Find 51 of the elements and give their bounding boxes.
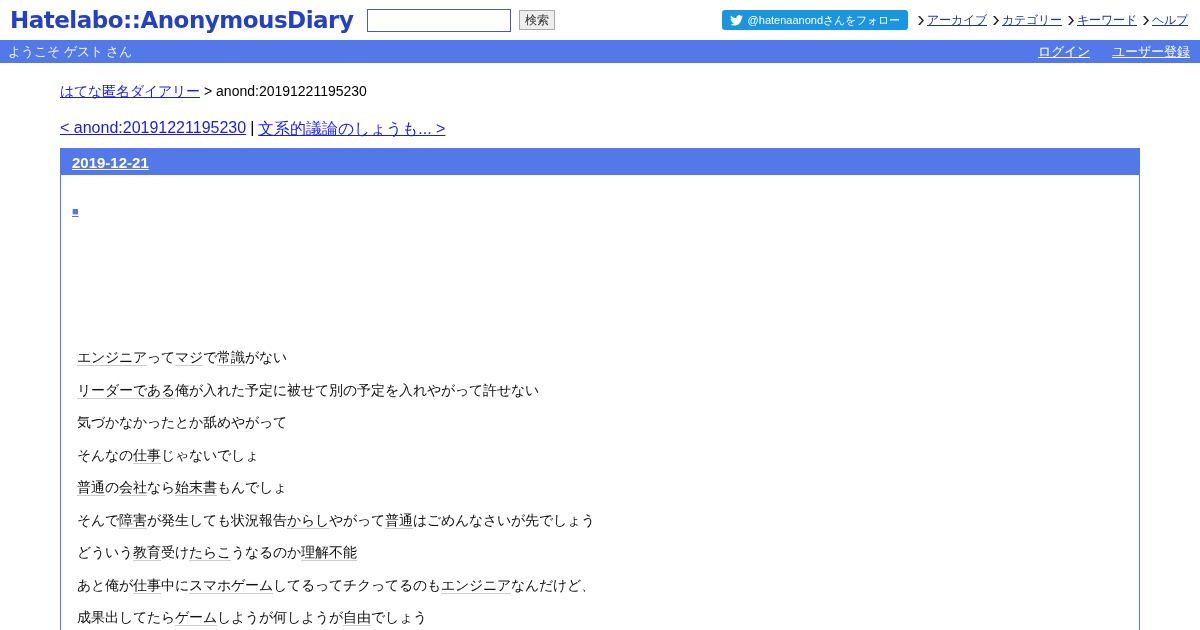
welcome-text: ようこそ ゲスト さん [8,42,133,61]
chevron-icon [1068,15,1074,25]
paragraph: リーダーである俺が入れた予定に被せて別の予定を入れやがって許せない [77,380,540,400]
entry-anchor-link[interactable]: ■ [72,205,79,217]
paragraph: そんで障害が発生しても状況報告からしやがって普通はごめんなさいが先でしょう [77,510,596,530]
account-link[interactable]: ユーザー登録 [1112,42,1190,61]
paragraph: どういう教育受けたらこ うなるのか理解不能 [77,543,358,563]
nav-link[interactable]: カテゴリー [1002,11,1062,29]
nav-link[interactable]: キーワード [1077,11,1137,29]
keyword-link[interactable]: である [133,381,175,399]
paragraph: 成果出してたらゲーム しようが何しようが自由でしょう [77,608,428,628]
paragraph: エンジニア って マジで常識がない [77,348,288,368]
pager-separator: | [250,119,255,138]
keyword-link[interactable]: スマホゲーム [189,576,273,594]
breadcrumb-link[interactable]: はてな匿名ダイアリー [60,83,200,101]
keyword-link[interactable]: リーダー [77,381,133,399]
search-button[interactable]: 検索 [519,10,556,30]
site-logo[interactable]: Hatelabo::AnonymousDiary [10,7,354,33]
keyword-link[interactable]: マジ [175,349,203,366]
keyword-link[interactable]: エンジニア [441,576,511,594]
keyword-link[interactable]: 会社 [119,479,147,496]
keyword-link[interactable]: 仕事 [133,576,161,594]
keyword-link[interactable]: 仕事 [133,446,161,464]
keyword-link[interactable]: エンジニア [77,349,147,366]
keyword-link[interactable]: からし [287,511,329,529]
account-link[interactable]: ログイン [1038,42,1090,61]
keyword-link[interactable]: ゲーム [175,609,217,626]
keyword-link[interactable]: 自由 [343,609,371,626]
chevron-icon [1143,15,1149,25]
keyword-link[interactable]: 常識 [217,349,245,366]
next-entry-link[interactable]: 文系的議論のしょうも... > [258,119,446,140]
keyword-link[interactable]: 理解不能 [301,544,357,561]
search-field[interactable] [367,8,512,32]
breadcrumb-current: > anond:20191221195230 [204,83,367,101]
keyword-link[interactable]: 普通 [385,511,413,529]
bird-icon [729,14,743,26]
chevron-icon [918,15,924,25]
paragraph: そんなの仕事じゃないでしょ [77,445,260,465]
paragraph: 気づかなかったとか舐めやがって [77,413,288,432]
keyword-link[interactable]: 障害 [119,511,147,529]
keyword-link[interactable]: たらこ [189,544,231,561]
keyword-link[interactable]: 始末書 [175,479,217,496]
nav-link[interactable]: アーカイブ [927,11,987,29]
nav-link[interactable]: ヘルプ [1152,11,1188,29]
previous-entry-link[interactable]: < anond:20191221195230 [60,119,247,140]
paragraph: あと俺が仕事中にスマホゲーム してるってチクってるのも エンジニアなんだけど、 [77,575,596,595]
keyword-link[interactable]: 普通 [77,479,105,496]
chevron-icon [993,15,999,25]
date-link[interactable]: 2019-12-21 [72,153,149,171]
keyword-link[interactable]: 教育 [133,544,161,561]
paragraph: 普通の会社なら始末書もんでしょ [77,478,288,498]
